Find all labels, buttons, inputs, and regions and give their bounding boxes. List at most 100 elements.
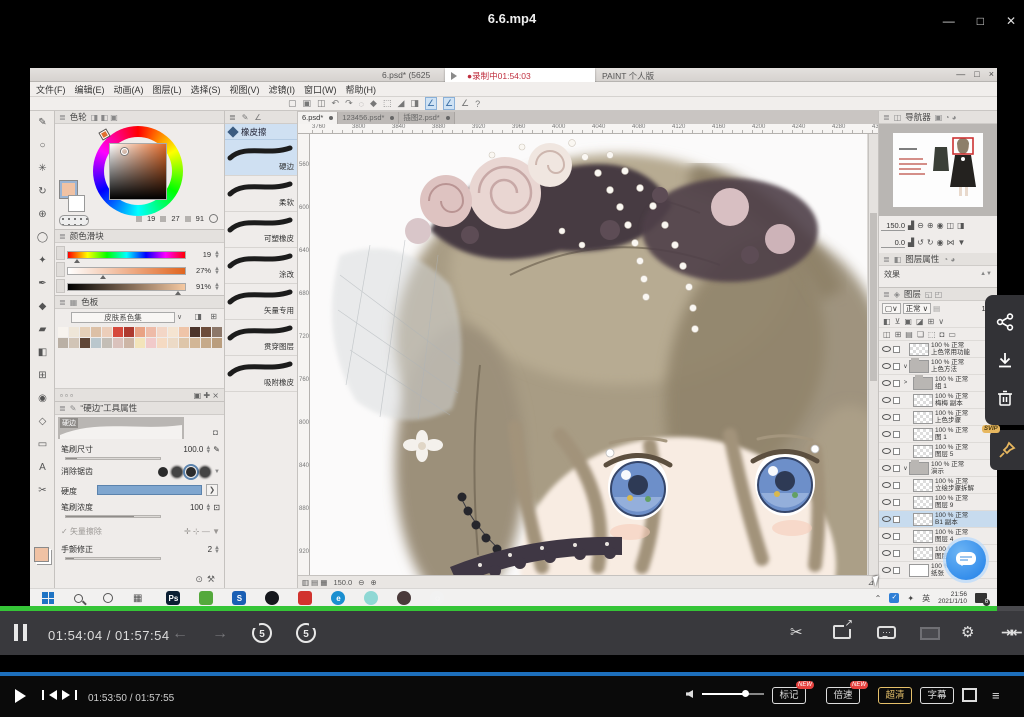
- eraser-tool-icon[interactable]: ◧: [30, 341, 55, 364]
- document-tab[interactable]: 6.psd*: [298, 112, 338, 124]
- flip-vertical-icon[interactable]: ▼: [958, 238, 966, 247]
- pin-note-button[interactable]: SVIP: [990, 430, 1024, 470]
- airbrush-tool-icon[interactable]: ▰: [30, 318, 55, 341]
- layer-visibility-eye-icon[interactable]: [882, 363, 891, 369]
- paint-minimize-icon[interactable]: —: [956, 69, 965, 79]
- gear-icon[interactable]: ⚙: [961, 623, 974, 641]
- layer-row[interactable]: 100 % 正常 B1 副本: [879, 511, 997, 528]
- taskbar-app-icon[interactable]: S: [232, 591, 246, 605]
- stepper-icon[interactable]: ▲▼: [214, 546, 220, 554]
- subtool-item[interactable]: 硬边: [225, 140, 297, 176]
- layer-row[interactable]: ∨ 100 % 正常 演示: [879, 460, 997, 477]
- color-swatch[interactable]: [124, 338, 134, 348]
- layer-checkbox[interactable]: [893, 431, 900, 438]
- color-sliders-tab[interactable]: 颜色滑块: [70, 230, 104, 242]
- pen-tool-icon[interactable]: ✎: [30, 111, 55, 134]
- brush-size-value[interactable]: 100.0: [183, 445, 203, 454]
- minimize-icon[interactable]: —: [943, 14, 955, 28]
- layer-checkbox[interactable]: [893, 414, 900, 421]
- layer-thumbnail[interactable]: [909, 360, 929, 373]
- layer-visibility-eye-icon[interactable]: [882, 465, 891, 471]
- hardness-expand-button[interactable]: ❯: [206, 484, 218, 496]
- snap-off-icon[interactable]: ∠: [461, 98, 469, 109]
- maximize-icon[interactable]: □: [977, 14, 984, 28]
- frame-tool-icon[interactable]: ▭: [30, 433, 55, 456]
- layer-checkbox[interactable]: [893, 363, 900, 370]
- zoom-out-icon[interactable]: ⊖: [917, 221, 924, 230]
- wand-tool-icon[interactable]: ✦: [30, 249, 55, 272]
- tray-link-icon[interactable]: ✦: [907, 594, 914, 603]
- layer-row[interactable]: 100 % 正常 图层 5: [879, 443, 997, 460]
- layer-row[interactable]: 100 % 正常 立绘步骤拆解: [879, 477, 997, 494]
- rotate-left-icon[interactable]: ↺: [917, 238, 924, 247]
- background-color-swatch[interactable]: [68, 195, 85, 212]
- menu-item[interactable]: 视图(V): [230, 83, 260, 96]
- layer-row[interactable]: 100 % 正常 图层 4: [879, 528, 997, 545]
- stabilization-slider[interactable]: [65, 557, 161, 560]
- zoom-out-icon[interactable]: ⊖: [358, 578, 364, 587]
- color-swatch[interactable]: [124, 327, 134, 337]
- statusbar-icons[interactable]: ▥ ▤ ▦: [302, 578, 327, 587]
- clip-scissors-icon[interactable]: ✂: [790, 623, 803, 641]
- color-swatch[interactable]: [146, 338, 156, 348]
- video-content[interactable]: 6.psd* (5625 PAINT 个人版 ●录制中01:54:03 — □ …: [30, 68, 997, 607]
- snap-curve-icon[interactable]: ∠: [443, 97, 455, 110]
- paint-close-icon[interactable]: ×: [989, 69, 994, 79]
- panel-menu-icon[interactable]: ≣: [59, 404, 66, 413]
- subtool-item[interactable]: 可塑橡皮: [225, 212, 297, 248]
- lasso-tool-icon[interactable]: ◯: [30, 226, 55, 249]
- layer-visibility-eye-icon[interactable]: [882, 550, 891, 556]
- panel-menu-icon[interactable]: ≣: [59, 113, 66, 122]
- layer-color-select[interactable]: ▢∨: [882, 303, 901, 314]
- layer-checkbox[interactable]: [893, 533, 900, 540]
- menu-item[interactable]: 窗口(W): [304, 83, 337, 96]
- layer-checkbox[interactable]: [893, 465, 900, 472]
- color-swatch[interactable]: [102, 327, 112, 337]
- open-file-icon[interactable]: ▣: [303, 98, 312, 109]
- snap-ruler-icon[interactable]: ∠: [425, 97, 437, 110]
- color-swatch[interactable]: [135, 338, 145, 348]
- taskbar-app-icon[interactable]: [265, 591, 279, 605]
- gradient-icon[interactable]: ◢: [397, 98, 404, 109]
- val-slider[interactable]: [67, 283, 186, 291]
- rotate-reset-icon[interactable]: ◉: [937, 238, 944, 247]
- stepper-icon[interactable]: ▲▼: [205, 504, 211, 512]
- subtool-item[interactable]: 柔软: [225, 176, 297, 212]
- sv-square[interactable]: [110, 144, 166, 199]
- brush-size-slider[interactable]: [65, 457, 161, 460]
- chevron-down-icon[interactable]: ∨: [177, 313, 182, 321]
- layer-thumbnail[interactable]: [913, 428, 933, 441]
- layer-row[interactable]: 100 % 正常 上色步骤: [879, 409, 997, 426]
- rewind-5s-button[interactable]: 5: [252, 623, 272, 643]
- subtool-item[interactable]: 吸附橡皮: [225, 356, 297, 392]
- layer-thumbnail[interactable]: [913, 547, 933, 560]
- actual-size-icon[interactable]: ◨: [957, 221, 965, 230]
- lock-icon[interactable]: ◘: [213, 428, 218, 437]
- menu-item[interactable]: 滤镜(I): [269, 83, 296, 96]
- hardness-slider[interactable]: [97, 485, 202, 495]
- layer-visibility-eye-icon[interactable]: [882, 380, 891, 386]
- ime-indicator[interactable]: 英: [922, 593, 930, 604]
- canvas-vertical-scrollbar[interactable]: [868, 134, 878, 575]
- subtool-item[interactable]: 涂改: [225, 248, 297, 284]
- panel-menu-icon[interactable]: ≣: [59, 232, 66, 241]
- panel-menu-icon[interactable]: ≣: [883, 255, 890, 264]
- tab-close-dot-icon[interactable]: [390, 116, 394, 120]
- task-view-icon[interactable]: ▦: [133, 593, 142, 604]
- mask-icon[interactable]: ◨: [410, 98, 419, 109]
- color-swatch[interactable]: [58, 327, 68, 337]
- layers-tab[interactable]: 图层: [904, 288, 921, 300]
- color-tab-icons[interactable]: ◨ ◧ ▣: [91, 113, 118, 122]
- layer-thumbnail[interactable]: [909, 564, 929, 577]
- antialias-options[interactable]: ▼: [158, 467, 220, 477]
- layer-visibility-eye-icon[interactable]: [882, 414, 891, 420]
- layer-checkbox[interactable]: [893, 499, 900, 506]
- tray-chevron-icon[interactable]: ⌃: [875, 594, 882, 603]
- canvas-zoom-value[interactable]: 150.0: [333, 578, 352, 587]
- taskbar-app-icon[interactable]: ◌: [430, 591, 444, 605]
- help-icon[interactable]: ?: [475, 99, 480, 109]
- zoom-in-icon[interactable]: ⊕: [927, 221, 934, 230]
- density-slider[interactable]: [65, 515, 161, 518]
- layer-checkbox[interactable]: [893, 516, 900, 523]
- check-icon[interactable]: ✓: [61, 527, 68, 536]
